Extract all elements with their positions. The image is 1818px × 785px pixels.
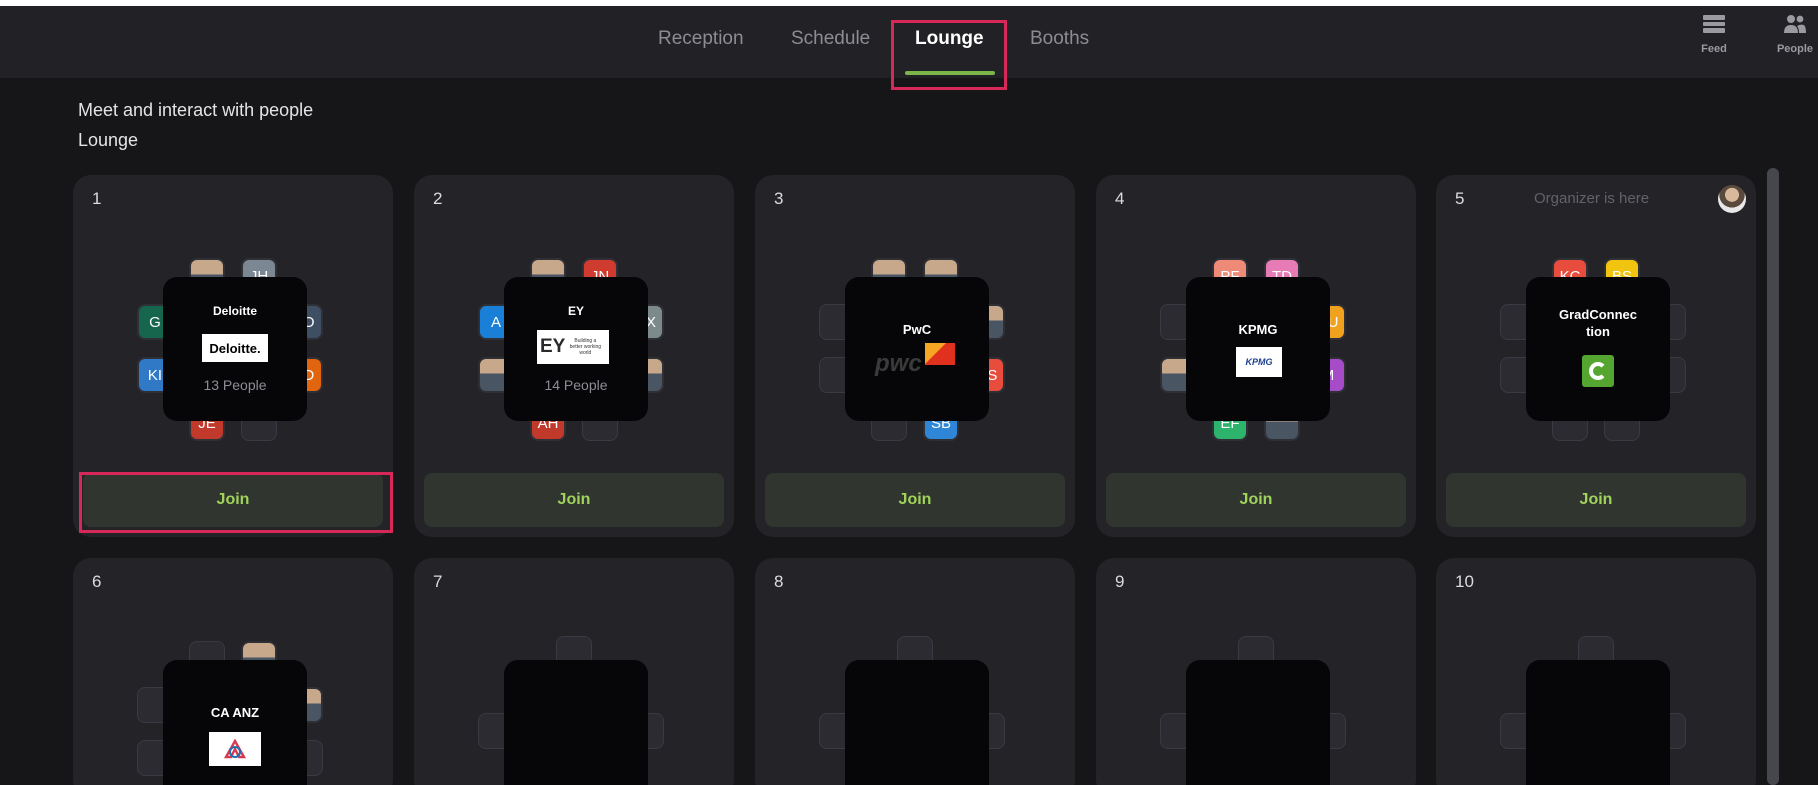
lounge-table[interactable] xyxy=(504,660,648,785)
join-button[interactable]: Join xyxy=(424,473,724,527)
scrollbar-thumb[interactable] xyxy=(1767,168,1779,785)
people-count: 14 People xyxy=(544,377,608,393)
avatar-initials: KI xyxy=(147,366,163,384)
people-icon xyxy=(1784,15,1806,33)
table-name: EY xyxy=(567,304,584,318)
table-number: 9 xyxy=(1115,572,1125,591)
lounge-table-card-7: 7 xyxy=(414,558,734,785)
people-button[interactable]: People xyxy=(1765,14,1818,55)
table-number: 5 xyxy=(1455,189,1465,208)
organizer-status: Organizer is here xyxy=(1534,190,1650,207)
lounge-table[interactable]: GradConnec tion xyxy=(1526,277,1670,421)
gradconnection-logo xyxy=(1582,355,1614,387)
table-number: 8 xyxy=(774,572,784,591)
table-number: 3 xyxy=(774,189,784,208)
lounge-table-card-8: 8 xyxy=(755,558,1075,785)
lounge-table-card-3: 3 DS SB PwC pwc Join xyxy=(755,175,1075,537)
deloitte-logo: Deloitte. xyxy=(202,334,268,362)
lounge-table[interactable]: EY EY Building a better working world 14… xyxy=(504,277,648,421)
lounge-table-card-6: 6 CA ANZ xyxy=(73,558,393,785)
logo-text: EY xyxy=(540,336,566,357)
table-number: 4 xyxy=(1115,189,1125,208)
table-name-line-1: GradConnec xyxy=(1558,307,1637,322)
page-heading: Meet and interact with people xyxy=(78,100,314,120)
table-number: 6 xyxy=(92,572,102,591)
lounge-table-card-4: 4 PF TD AU M EF KPMG KPMG Join xyxy=(1096,175,1416,537)
feed-label: Feed xyxy=(1701,43,1727,55)
avatar-initials: G xyxy=(149,313,161,331)
join-button[interactable]: Join xyxy=(83,473,383,527)
tab-lounge[interactable]: Lounge xyxy=(915,28,984,50)
feed-icon xyxy=(1703,15,1725,33)
table-number: 7 xyxy=(433,572,443,591)
top-navigation-bar: Reception Schedule Lounge Booths Feed Pe… xyxy=(0,6,1818,78)
lounge-table[interactable]: PwC pwc xyxy=(845,277,989,421)
table-name: KPMG xyxy=(1238,322,1278,337)
tab-schedule[interactable]: Schedule xyxy=(791,28,870,50)
avatar-initials: A xyxy=(490,313,501,331)
lounge-table-card-2: 2 JN EX AH A EY EY Building a better wor… xyxy=(414,175,734,537)
pwc-logo-mark xyxy=(925,343,955,365)
join-button[interactable]: Join xyxy=(765,473,1065,527)
lounge-table-card-10: 10 xyxy=(1436,558,1756,785)
table-number: 10 xyxy=(1455,572,1474,591)
people-count: 13 People xyxy=(203,377,267,393)
gradconnection-logo-mark xyxy=(1589,362,1607,380)
tab-booths[interactable]: Booths xyxy=(1030,28,1089,50)
table-name: CA ANZ xyxy=(210,705,260,720)
logo-tagline: Building a better working world xyxy=(569,338,602,356)
lounge-table-card-5: 5 Organizer is here KC BS GradConnec tio… xyxy=(1436,175,1756,537)
pwc-logo: pwc xyxy=(875,350,922,377)
organizer-avatar[interactable] xyxy=(1718,185,1746,213)
ey-logo: EY Building a better working world xyxy=(537,330,609,364)
join-button[interactable]: Join xyxy=(1446,473,1746,527)
feed-button[interactable]: Feed xyxy=(1684,14,1744,55)
table-name: PwC xyxy=(902,322,932,337)
people-label: People xyxy=(1776,43,1814,55)
logo-text: Deloitte. xyxy=(209,340,261,356)
logo-text: KPMG xyxy=(1245,357,1273,367)
tab-reception[interactable]: Reception xyxy=(658,28,744,50)
lounge-table[interactable] xyxy=(1526,660,1670,785)
table-name: Deloitte xyxy=(212,304,257,318)
lounge-table-card-1: 1 JH JO JD JE KI G Deloitte Deloitte. 13… xyxy=(73,175,393,537)
lounge-table[interactable]: Deloitte Deloitte. 13 People xyxy=(163,277,307,421)
join-button[interactable]: Join xyxy=(1106,473,1406,527)
kpmg-logo: KPMG xyxy=(1236,347,1282,377)
lounge-table[interactable] xyxy=(845,660,989,785)
lounge-table[interactable]: CA ANZ xyxy=(163,660,307,785)
page-subheading: Lounge xyxy=(78,130,139,150)
table-number: 2 xyxy=(433,189,443,208)
table-name-line-2: tion xyxy=(1586,324,1610,339)
active-tab-underline xyxy=(905,71,995,75)
ca-anz-logo-mark xyxy=(223,739,247,759)
ca-anz-logo xyxy=(209,732,261,766)
lounge-table[interactable] xyxy=(1186,660,1330,785)
table-number: 1 xyxy=(92,189,102,208)
lounge-table-card-9: 9 xyxy=(1096,558,1416,785)
lounge-table[interactable]: KPMG KPMG xyxy=(1186,277,1330,421)
